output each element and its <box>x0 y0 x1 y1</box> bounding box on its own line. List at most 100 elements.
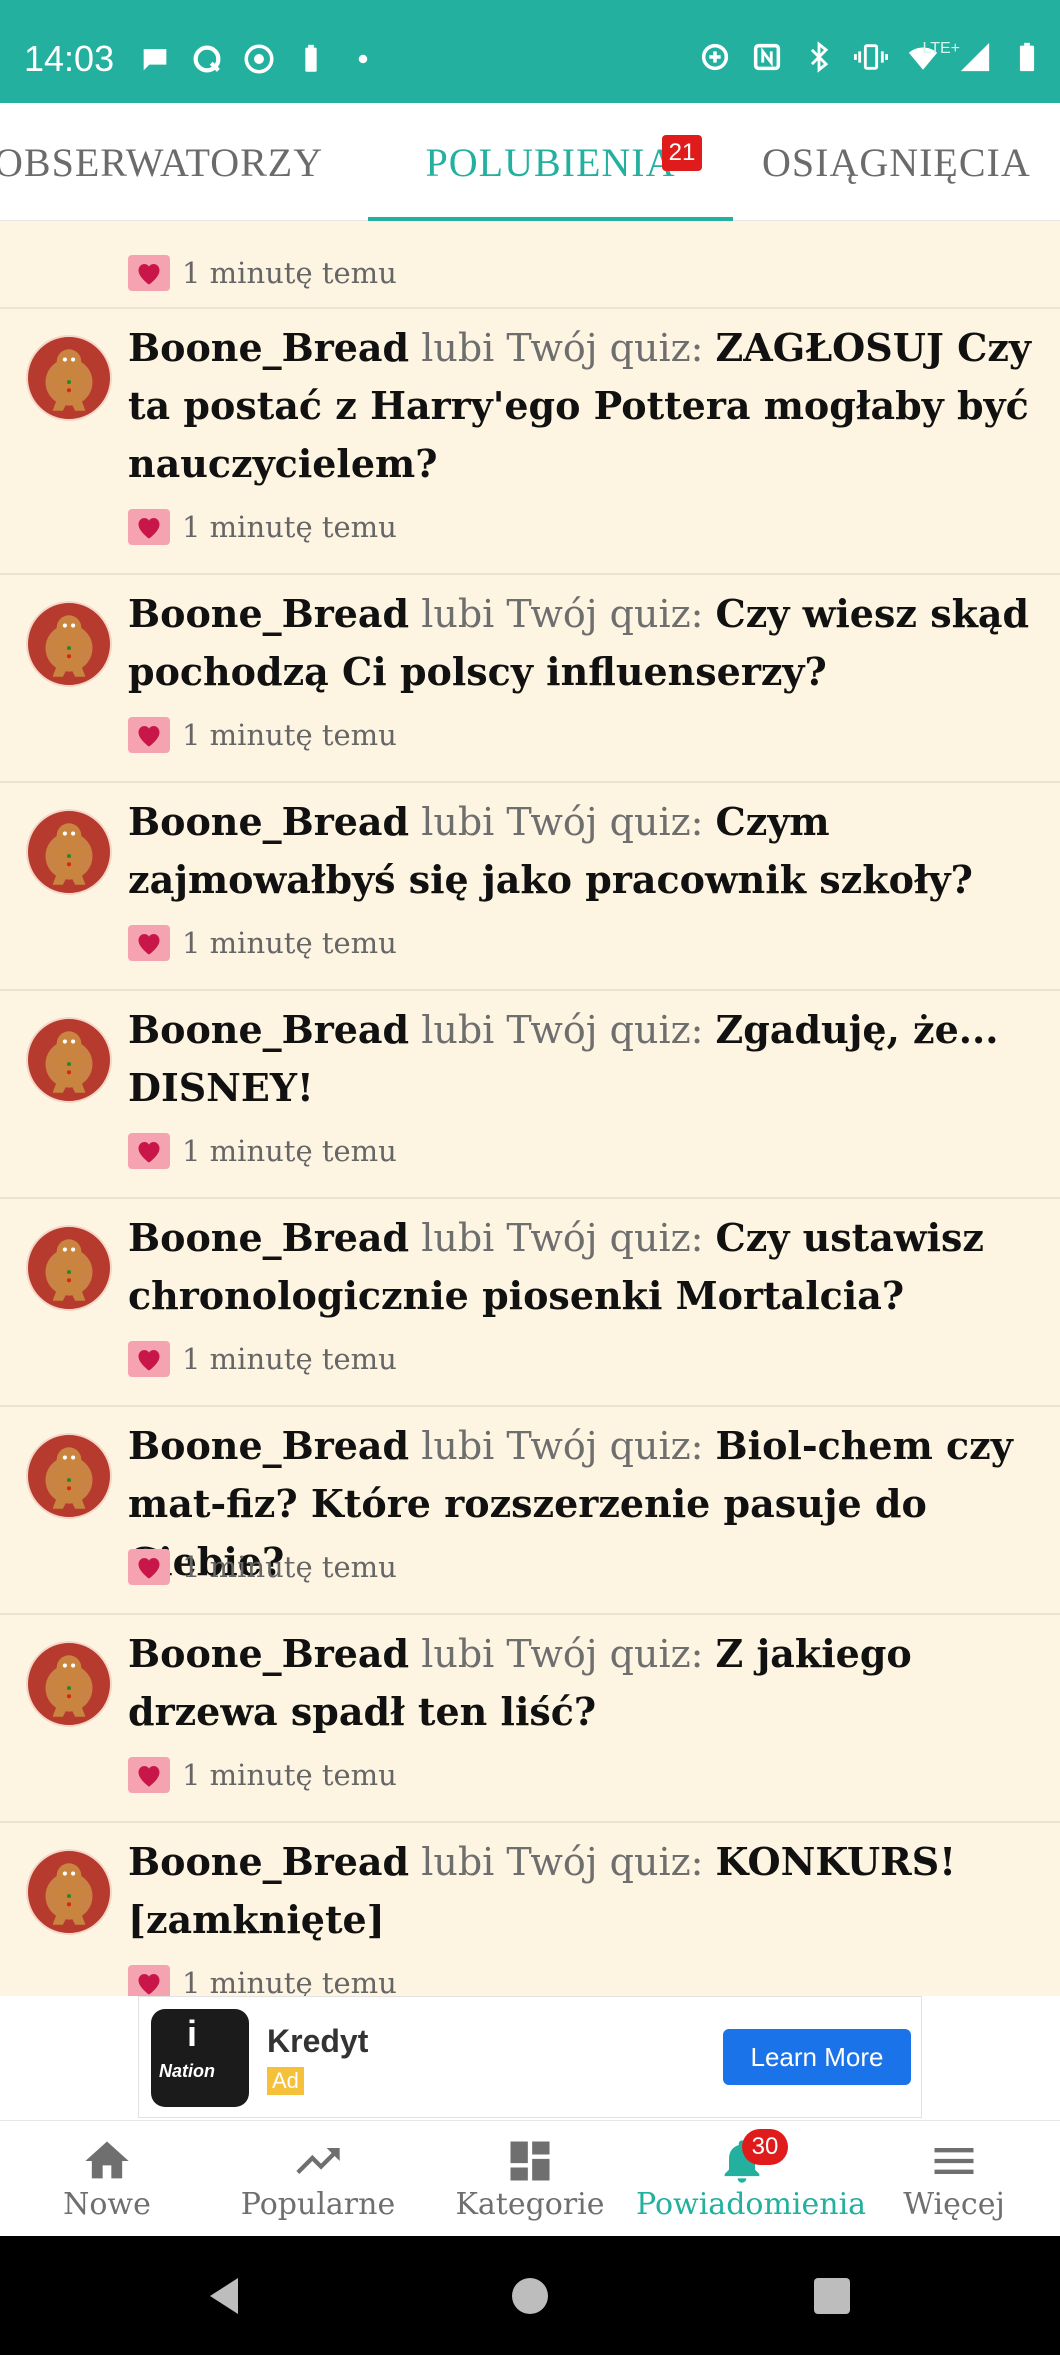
battery-saver-icon <box>305 44 317 72</box>
menu-icon <box>934 2148 974 2174</box>
username[interactable]: Boone_Bread <box>128 591 409 636</box>
heart-icon <box>128 1133 170 1169</box>
notification-text: Boone_Bread lubi Twój quiz: ZAGŁOSUJ Czy… <box>128 319 1038 493</box>
ad-banner-area: i Nation Kredyt Ad Learn More <box>0 1996 1060 2120</box>
ad-logo: i Nation <box>151 2009 249 2107</box>
action-text: lubi Twój quiz: <box>421 592 704 636</box>
ad-banner[interactable]: i Nation Kredyt Ad Learn More <box>138 1996 922 2118</box>
nav-notifications[interactable]: Powiadomienia <box>636 2121 867 2237</box>
nfc-icon <box>753 43 781 71</box>
time-ago: 1 minutę temu <box>182 718 397 752</box>
time-ago: 1 minutę temu <box>182 1134 397 1168</box>
ad-badge: Ad <box>267 2067 304 2095</box>
learn-more-button[interactable]: Learn More <box>723 2029 911 2085</box>
nav-label: Popularne <box>240 2187 396 2222</box>
gingerbread-icon <box>50 349 88 411</box>
avatar[interactable] <box>26 601 112 687</box>
ad-logo-letter: i <box>187 2013 198 2054</box>
notification-text: Boone_Bread lubi Twój quiz: Czy wiesz sk… <box>128 585 1038 701</box>
username[interactable]: Boone_Bread <box>128 1631 409 1676</box>
avatar[interactable] <box>26 335 112 421</box>
item-meta: 1 minutę temu <box>128 1965 397 1996</box>
tab-bar: OBSERWATORZY POLUBIENIA OSIĄGNIĘCIA <box>0 103 1060 221</box>
item-meta: 1 minutę temu <box>128 1549 397 1585</box>
gingerbread-icon <box>50 615 88 677</box>
gingerbread-icon <box>50 1031 88 1093</box>
username[interactable]: Boone_Bread <box>128 1839 409 1884</box>
time-ago: 1 minutę temu <box>182 510 397 544</box>
action-text: lubi Twój quiz: <box>421 1424 704 1468</box>
avatar[interactable] <box>26 1433 112 1519</box>
avatar[interactable] <box>26 1225 112 1311</box>
data-saver-icon <box>701 43 729 71</box>
notification-text: Boone_Bread lubi Twój quiz: Czy ustawisz… <box>128 1209 1038 1325</box>
nav-label: Więcej <box>903 2187 1005 2222</box>
chat-icon <box>143 49 167 71</box>
home-button-icon[interactable] <box>506 2272 554 2320</box>
nav-label: Nowe <box>63 2187 151 2222</box>
battery-icon <box>1019 42 1035 72</box>
username[interactable]: Boone_Bread <box>128 1007 409 1052</box>
status-time: 14:03 <box>24 38 115 79</box>
tab-label: POLUBIENIA <box>425 139 676 185</box>
list-item[interactable]: Boone_Bread lubi Twój quiz: Z jakiego dr… <box>0 1615 1060 1823</box>
nav-label: Powiadomienia <box>636 2187 867 2222</box>
heart-icon <box>128 925 170 961</box>
notification-text: Boone_Bread lubi Twój quiz: Z jakiego dr… <box>128 1625 1038 1741</box>
notification-list[interactable]: 1 minutę temu Boone_Bread lubi Twój quiz… <box>0 221 1060 1996</box>
list-item[interactable]: Boone_Bread lubi Twój quiz: Czy ustawisz… <box>0 1199 1060 1407</box>
status-bar: 14:03 LTE+ <box>0 0 1060 103</box>
notification-text: Boone_Bread lubi Twój quiz: Czym zajmowa… <box>128 793 1038 909</box>
nav-new[interactable]: Nowe <box>1 2121 213 2237</box>
tab-label: OSIĄGNIĘCIA <box>762 139 1031 185</box>
signal-icon <box>960 42 990 72</box>
avatar[interactable] <box>26 1641 112 1727</box>
gingerbread-icon <box>50 1239 88 1301</box>
tab-achievements[interactable]: OSIĄGNIĘCIA <box>762 103 1031 221</box>
ad-title: Kredyt <box>267 2023 369 2059</box>
action-text: lubi Twój quiz: <box>421 800 704 844</box>
list-item[interactable]: Boone_Bread lubi Twój quiz: Zgaduję, że.… <box>0 991 1060 1199</box>
username[interactable]: Boone_Bread <box>128 1423 409 1468</box>
heart-icon <box>128 1965 170 1996</box>
action-text: lubi Twój quiz: <box>421 1216 704 1260</box>
notification-text: Boone_Bread lubi Twój quiz: Zgaduję, że.… <box>128 1001 1038 1117</box>
recents-icon[interactable] <box>808 2272 856 2320</box>
chrome-icon <box>244 44 274 74</box>
action-text: lubi Twój quiz: <box>421 1008 704 1052</box>
heart-icon <box>128 255 170 291</box>
q-app-icon <box>193 45 221 73</box>
list-item[interactable]: Boone_Bread lubi Twój quiz: Czy wiesz sk… <box>0 575 1060 783</box>
username[interactable]: Boone_Bread <box>128 799 409 844</box>
avatar[interactable] <box>26 1017 112 1103</box>
list-item[interactable]: Boone_Bread lubi Twój quiz: ZAGŁOSUJ Czy… <box>0 309 1060 575</box>
action-text: lubi Twój quiz: <box>421 1840 704 1884</box>
gingerbread-icon <box>50 1655 88 1717</box>
nav-more[interactable]: Więcej <box>848 2121 1060 2237</box>
network-label: LTE+ <box>922 40 961 57</box>
item-meta: 1 minutę temu <box>128 1133 397 1169</box>
list-item[interactable]: 1 minutę temu <box>0 221 1060 309</box>
bluetooth-icon <box>810 41 829 73</box>
username[interactable]: Boone_Bread <box>128 1215 409 1260</box>
system-navigation-bar <box>0 2236 1060 2355</box>
list-item[interactable]: Boone_Bread lubi Twój quiz: KONKURS! [za… <box>0 1823 1060 1996</box>
item-meta: 1 minutę temu <box>128 509 397 545</box>
bottom-navigation: Nowe Popularne Kategorie Powiadomienia W… <box>0 2120 1060 2236</box>
item-meta: 1 minutę temu <box>128 925 397 961</box>
tab-label: OBSERWATORZY <box>0 139 324 185</box>
tab-observers[interactable]: OBSERWATORZY <box>0 103 323 221</box>
username[interactable]: Boone_Bread <box>128 325 409 370</box>
ad-logo-brand: Nation <box>159 2061 215 2081</box>
nav-categories[interactable]: Kategorie <box>424 2121 636 2237</box>
avatar[interactable] <box>26 1849 112 1935</box>
back-icon[interactable] <box>200 2272 248 2320</box>
time-ago: 1 minutę temu <box>182 256 397 290</box>
nav-popular[interactable]: Popularne <box>212 2121 424 2237</box>
list-item[interactable]: Boone_Bread lubi Twój quiz: Biol-chem cz… <box>0 1407 1060 1615</box>
avatar[interactable] <box>26 809 112 895</box>
time-ago: 1 minutę temu <box>182 1342 397 1376</box>
list-item[interactable]: Boone_Bread lubi Twój quiz: Czym zajmowa… <box>0 783 1060 991</box>
heart-icon <box>128 1757 170 1793</box>
gingerbread-icon <box>50 1447 88 1509</box>
